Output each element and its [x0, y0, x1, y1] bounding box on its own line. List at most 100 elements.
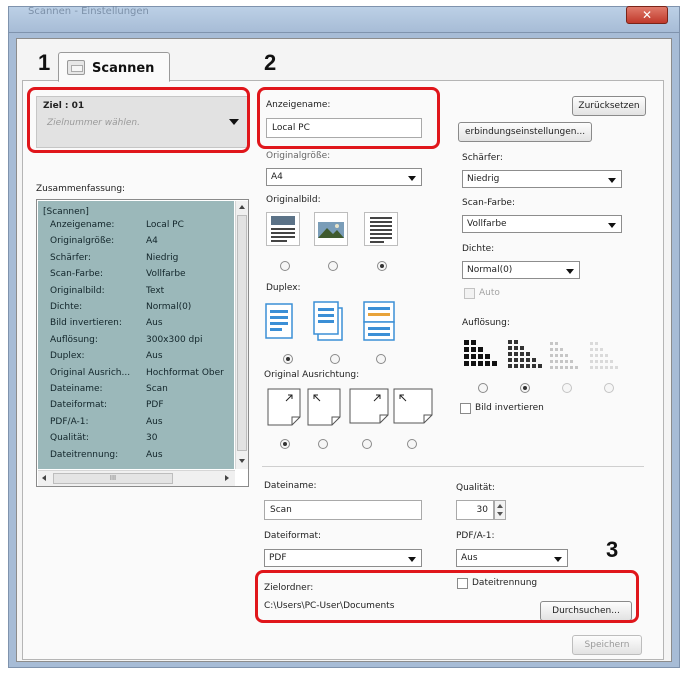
summary-label: Zusammenfassung: — [36, 184, 126, 194]
invert-image-label: Bild invertieren — [475, 403, 544, 413]
quality-label: Qualität: — [456, 483, 495, 493]
summary-row-key: Dichte: — [50, 302, 83, 312]
chevron-down-icon — [408, 557, 416, 562]
summary-list[interactable]: [Scannen] Anzeigename: Local PC Originalgr… — [36, 199, 249, 487]
summary-vertical-scrollbar[interactable] — [235, 201, 248, 469]
file-name-input[interactable]: Scan — [264, 500, 422, 520]
sharpness-select[interactable]: Niedrig — [462, 170, 622, 188]
duplex-radio-3[interactable] — [376, 354, 386, 364]
summary-row-key: Qualität: — [50, 433, 89, 444]
summary-row-key: Originalgröße: — [50, 236, 115, 247]
summary-row-value: Local PC — [146, 220, 184, 230]
chevron-down-icon — [408, 176, 416, 181]
file-format-label: Dateiformat: — [264, 531, 322, 541]
invert-image-checkbox[interactable] — [460, 403, 471, 414]
original-image-radio-3[interactable] — [377, 261, 387, 271]
summary-content: [Scannen] Anzeigename: Local PC Originalgr… — [38, 201, 234, 469]
resolution-radio-2[interactable] — [520, 383, 530, 393]
scroll-down-icon[interactable] — [239, 459, 245, 463]
quality-input[interactable]: 30 — [456, 500, 494, 520]
density-auto-label: Auto — [479, 288, 500, 298]
duplex-radio-2[interactable] — [330, 354, 340, 364]
summary-row-key: Schärfer: — [50, 252, 91, 263]
reset-button[interactable]: Zurücksetzen — [572, 96, 646, 116]
summary-row-value: PDF — [146, 400, 164, 411]
summary-row-key: Dateiname: — [50, 384, 103, 394]
summary-row-value: Aus — [146, 449, 163, 460]
summary-row-key: Dateitrennung: — [50, 449, 119, 460]
summary-row-value: Vollfarbe — [146, 269, 186, 280]
scroll-thumb[interactable] — [237, 215, 247, 451]
original-image-label: Originalbild: — [266, 195, 321, 205]
scan-color-select[interactable]: Vollfarbe — [462, 215, 622, 233]
summary-row-value: Aus — [146, 318, 163, 329]
original-image-radio-1[interactable] — [280, 261, 290, 271]
orientation-radio-2[interactable] — [318, 439, 328, 449]
scroll-right-icon[interactable] — [225, 475, 229, 481]
callout-2: 2 — [264, 50, 277, 75]
duplex-long-edge-icon — [313, 301, 343, 341]
summary-row-value: Aus — [146, 416, 163, 427]
resolution-radio-3[interactable] — [562, 383, 572, 393]
original-image-text-photo-icon[interactable] — [266, 212, 300, 246]
connection-settings-button[interactable]: erbindungseinstellungen... — [458, 122, 592, 142]
original-image-photo-icon[interactable] — [314, 212, 348, 246]
summary-row-value: A4 — [146, 236, 158, 247]
resolution-icon-300 — [508, 340, 542, 368]
duplex-radio-1[interactable] — [283, 354, 293, 364]
orientation-portrait-left-icon — [307, 388, 341, 426]
summary-row-value: Hochformat Ober — [146, 367, 224, 378]
orientation-landscape-top-icon — [349, 388, 389, 424]
summary-row-value: Aus — [146, 351, 163, 362]
original-size-label: Originalgröße: — [266, 151, 331, 161]
summary-row-key: Anzeigename: — [50, 220, 115, 230]
summary-row-key: PDF/A-1: — [50, 416, 89, 427]
original-size-value: A4 — [271, 172, 283, 182]
resolution-label: Auflösung: — [462, 318, 510, 328]
orientation-portrait-top-icon — [267, 388, 301, 426]
summary-row-key: Auflösung: — [50, 334, 98, 345]
highlight-box-1 — [27, 87, 250, 153]
orientation-radio-3[interactable] — [362, 439, 372, 449]
orientation-landscape-left-icon — [393, 388, 433, 424]
orientation-label: Original Ausrichtung: — [264, 370, 360, 380]
quality-stepper[interactable] — [494, 500, 506, 520]
duplex-off-icon — [265, 303, 293, 339]
original-image-radio-2[interactable] — [328, 261, 338, 271]
resolution-icon-high — [464, 340, 497, 366]
save-button[interactable]: Speichern — [572, 635, 642, 655]
resolution-radio-4[interactable] — [604, 383, 614, 393]
resolution-icon-200 — [550, 342, 578, 369]
file-format-value: PDF — [269, 553, 287, 563]
chevron-down-icon — [554, 557, 562, 562]
original-image-text-icon[interactable] — [364, 212, 398, 246]
summary-row-key: Duplex: — [50, 351, 85, 362]
summary-row-key: Originalbild: — [50, 285, 105, 296]
density-select[interactable]: Normal(0) — [462, 261, 580, 279]
sharpness-label: Schärfer: — [462, 153, 503, 163]
file-format-select[interactable]: PDF — [264, 549, 422, 567]
summary-row-key: Scan-Farbe: — [50, 269, 103, 280]
summary-row-value: Text — [146, 285, 165, 296]
orientation-radio-4[interactable] — [407, 439, 417, 449]
window-close-button[interactable]: ✕ — [626, 6, 668, 24]
pdfa-select[interactable]: Aus — [456, 549, 568, 567]
density-auto-checkbox[interactable] — [464, 288, 475, 299]
photo-icon — [318, 222, 344, 238]
density-label: Dichte: — [462, 244, 495, 254]
summary-row-key: Original Ausrich... — [50, 367, 131, 378]
duplex-icons — [265, 301, 395, 341]
resolution-radio-1[interactable] — [478, 383, 488, 393]
original-size-select[interactable]: A4 — [266, 168, 422, 186]
summary-row-value: Niedrig — [146, 252, 179, 263]
duplex-short-edge-icon — [363, 301, 395, 341]
summary-horizontal-scrollbar[interactable]: III — [38, 470, 235, 486]
summary-row-value: Normal(0) — [146, 302, 192, 312]
resolution-icon-low — [590, 342, 618, 369]
scroll-up-icon[interactable] — [239, 205, 245, 209]
text-icon — [370, 217, 392, 243]
orientation-radio-1[interactable] — [280, 439, 290, 449]
pdfa-value: Aus — [461, 553, 478, 563]
scroll-left-icon[interactable] — [42, 475, 46, 481]
scroll-horizontal-thumb[interactable]: III — [53, 473, 173, 484]
